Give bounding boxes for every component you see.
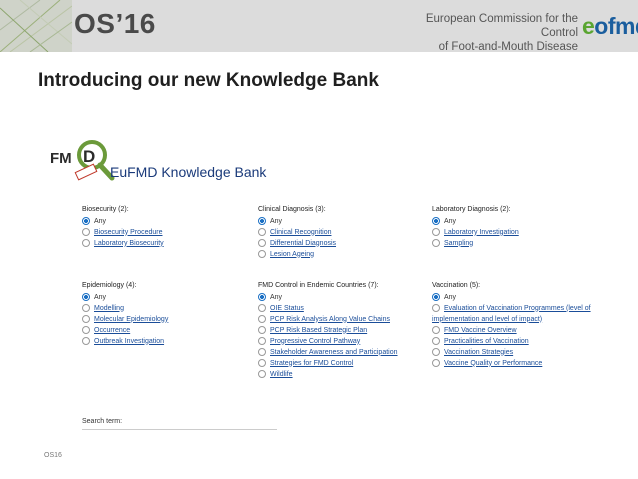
radio-selected-icon[interactable] [258,293,266,301]
group-heading: Vaccination (5): [432,282,481,289]
radio-icon[interactable] [258,239,266,247]
radio-icon[interactable] [258,304,266,312]
radio-icon[interactable] [432,337,440,345]
radio-icon[interactable] [82,326,90,334]
svg-text:D: D [83,147,95,166]
radio-icon[interactable] [432,239,440,247]
knowledge-bank-title: EuFMD Knowledge Bank [110,164,267,180]
radio-selected-icon[interactable] [432,293,440,301]
radio-option[interactable]: Differential Diagnosis [258,238,336,248]
conference-title: OS’16 [74,8,156,39]
radio-option[interactable]: Occurrence [82,325,168,335]
radio-option[interactable]: PCP Risk Analysis Along Value Chains [258,314,398,324]
group-heading: FMD Control in Endemic Countries (7): [258,282,379,289]
radio-option[interactable]: Laboratory Biosecurity [82,238,164,248]
org-line-2: of Foot-and-Mouth Disease [438,41,578,52]
radio-option[interactable]: Vaccine Quality or Performance [432,358,591,368]
eufmd-logo: eofmd [582,13,638,40]
radio-option[interactable]: Biosecurity Procedure [82,227,164,237]
group-heading: Epidemiology (4): [82,282,137,289]
radio-option[interactable]: PCP Risk Based Strategic Plan [258,325,398,335]
group-heading: Biosecurity (2): [82,206,129,213]
logo-e: e [582,13,595,39]
radio-option[interactable]: Any [82,292,168,302]
radio-option[interactable]: Any [432,216,519,226]
decorative-lines-icon [0,0,72,52]
radio-selected-icon[interactable] [82,293,90,301]
radio-icon[interactable] [432,228,440,236]
radio-option[interactable]: Any [258,216,336,226]
radio-option[interactable]: Vaccination Strategies [432,347,591,357]
radio-icon[interactable] [258,337,266,345]
group-heading: Laboratory Diagnosis (2): [432,206,511,213]
radio-option[interactable]: Lesion Ageing [258,249,336,259]
radio-option[interactable]: OIE Status [258,303,398,313]
radio-icon[interactable] [82,304,90,312]
radio-icon[interactable] [82,337,90,345]
radio-option[interactable]: Modelling [82,303,168,313]
filter-group-epidemiology: Epidemiology (4): Any Modelling Molecula… [82,282,168,347]
radio-option[interactable]: Practicalities of Vaccination [432,336,591,346]
radio-option[interactable]: Sampling [432,238,519,248]
radio-icon[interactable] [432,304,440,312]
radio-selected-icon[interactable] [432,217,440,225]
search-input-underline[interactable] [82,429,277,430]
radio-option[interactable]: Clinical Recognition [258,227,336,237]
radio-icon[interactable] [258,348,266,356]
filter-group-clinical-diagnosis: Clinical Diagnosis (3): Any Clinical Rec… [258,206,336,260]
radio-option[interactable]: Stakeholder Awareness and Participation [258,347,398,357]
radio-option[interactable]: Laboratory Investigation [432,227,519,237]
radio-icon[interactable] [82,228,90,236]
fmd-logo-text: FM [50,150,72,167]
radio-option[interactable]: Wildlife [258,369,398,379]
organization-name: European Commission for the Control of F… [402,12,578,52]
filter-group-fmd-control: FMD Control in Endemic Countries (7): An… [258,282,398,380]
radio-option-continuation[interactable]: implementation and level of impact) [432,314,591,324]
group-heading: Clinical Diagnosis (3): [258,206,326,213]
radio-option[interactable]: Strategies for FMD Control [258,358,398,368]
radio-icon[interactable] [258,359,266,367]
radio-selected-icon[interactable] [82,217,90,225]
radio-option[interactable]: Any [432,292,591,302]
radio-icon[interactable] [432,359,440,367]
filter-group-vaccination: Vaccination (5): Any Evaluation of Vacci… [432,282,591,369]
radio-icon[interactable] [432,348,440,356]
radio-option[interactable]: Molecular Epidemiology [82,314,168,324]
radio-option[interactable]: Any [82,216,164,226]
radio-icon[interactable] [432,326,440,334]
radio-icon[interactable] [258,250,266,258]
radio-icon[interactable] [258,326,266,334]
search-term-label: Search term: [82,418,123,425]
radio-icon[interactable] [258,370,266,378]
slide-footer: OS16 [44,452,62,459]
radio-icon[interactable] [82,315,90,323]
radio-option[interactable]: Outbreak Investigation [82,336,168,346]
radio-option[interactable]: FMD Vaccine Overview [432,325,591,335]
filter-group-biosecurity: Biosecurity (2): Any Biosecurity Procedu… [82,206,164,249]
slide-title: Introducing our new Knowledge Bank [38,70,379,91]
radio-option[interactable]: Evaluation of Vaccination Programmes (le… [432,303,591,313]
radio-icon[interactable] [82,239,90,247]
knowledge-bank-screenshot: FM D EuFMD Knowledge Bank Biosecurity (2… [38,130,628,430]
filter-group-laboratory-diagnosis: Laboratory Diagnosis (2): Any Laboratory… [432,206,519,249]
radio-option[interactable]: Any [258,292,398,302]
radio-icon[interactable] [258,228,266,236]
org-line-1: European Commission for the Control [425,13,578,39]
radio-option[interactable]: Progressive Control Pathway [258,336,398,346]
radio-selected-icon[interactable] [258,217,266,225]
logo-rest: ofmd [594,13,638,39]
radio-icon[interactable] [258,315,266,323]
slide-header: OS’16 European Commission for the Contro… [0,0,638,52]
